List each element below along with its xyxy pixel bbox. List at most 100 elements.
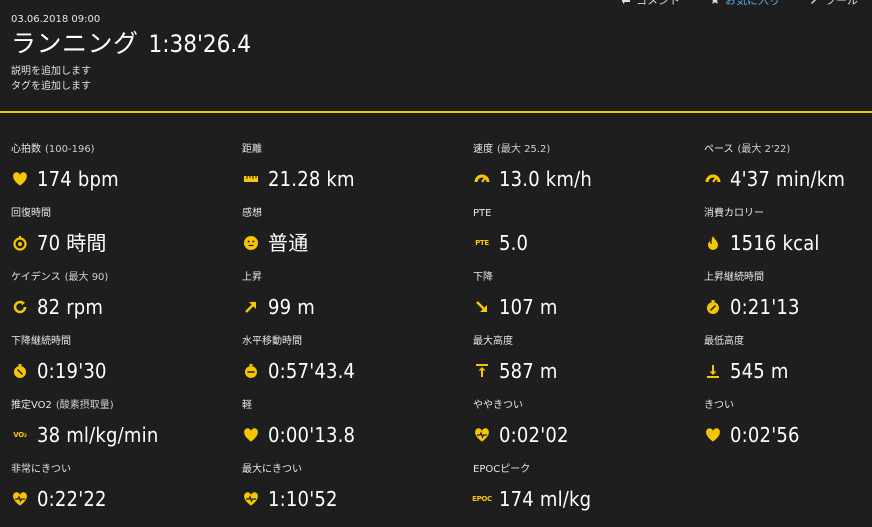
stat-label-text: 推定VO2	[11, 400, 52, 411]
stat-5: 感想普通	[242, 207, 473, 271]
stat-label: 推定VO2 (酸素摂取量)	[11, 399, 242, 413]
stat-value: 587 m	[499, 359, 558, 383]
stat-6: PTE PTE 5.0	[473, 207, 704, 271]
stat-label: 非常にきつい	[11, 463, 242, 477]
stat-label-text: 下降継続時間	[11, 336, 71, 347]
stat-label: 上昇継続時間	[704, 271, 872, 285]
stat-8: ケイデンス (最大 90) 82 rpm	[11, 271, 242, 335]
stat-17: 軽 0:00'13.8	[242, 399, 473, 463]
stat-label: 下降継続時間	[11, 335, 242, 349]
stat-7: 消費カロリー 1516 kcal	[704, 207, 872, 271]
stat-11: 上昇継続時間 0:21'13	[704, 271, 872, 335]
comment-icon	[622, 0, 630, 4]
add-tags-link[interactable]: タグを追加します	[11, 79, 251, 94]
stat-label-text: 心拍数	[11, 144, 41, 155]
add-description-link[interactable]: 説明を追加します	[11, 64, 251, 79]
stat-label: PTE	[473, 207, 704, 221]
stat-value: 5.0	[499, 231, 529, 255]
stat-label-text: 最低高度	[704, 336, 744, 347]
stat-label: EPOCピーク	[473, 463, 704, 477]
icon-text: EPOC	[472, 495, 492, 503]
epoc-icon: EPOC	[472, 490, 492, 508]
stat-label-sub: (最大 90)	[64, 272, 109, 283]
stat-label: 下降	[473, 271, 704, 285]
stat-14: 最大高度 587 m	[473, 335, 704, 399]
stat-label-text: 上昇	[242, 272, 262, 283]
heart-icon	[704, 426, 722, 444]
stat-12: 下降継続時間 0:19'30	[11, 335, 242, 399]
wrench-icon	[811, 0, 817, 4]
activity-name: ランニング	[11, 29, 139, 58]
heart-pulse-icon	[242, 490, 260, 508]
tools-button[interactable]: ツール	[810, 0, 858, 7]
stat-label-sub: (酸素摂取量)	[55, 400, 114, 411]
stat-value: 0:57'43.4	[268, 359, 356, 383]
stat-label-text: 軽	[242, 400, 252, 411]
stat-label-text: 上昇継続時間	[704, 272, 764, 283]
comment-label: コメント	[636, 0, 680, 7]
stat-label: 消費カロリー	[704, 207, 872, 221]
stat-15: 最低高度 545 m	[704, 335, 872, 399]
stat-label-text: ややきつい	[473, 400, 523, 411]
stat-label: 最低高度	[704, 335, 872, 349]
heart-icon	[242, 426, 260, 444]
stat-label-text: 距離	[242, 144, 262, 155]
stat-value: 82 rpm	[37, 295, 104, 319]
stat-label: 最大にきつい	[242, 463, 473, 477]
stat-label: 水平移動時間	[242, 335, 473, 349]
stat-20: 非常にきつい 0:22'22	[11, 463, 242, 527]
ruler-icon	[242, 170, 260, 188]
stat-label-text: 消費カロリー	[704, 208, 764, 219]
stat-label: 速度 (最大 25.2)	[473, 143, 704, 157]
toolbar: コメント お気に入り ツール	[621, 0, 858, 7]
star-icon	[712, 0, 718, 4]
stat-22: EPOCピーク EPOC 174 ml/kg	[472, 463, 704, 527]
stat-label: きつい	[704, 399, 872, 413]
comment-button[interactable]: コメント	[621, 0, 680, 7]
favorite-button[interactable]: お気に入り	[710, 0, 780, 7]
stat-label: ケイデンス (最大 90)	[11, 271, 242, 285]
stat-value: 13.0 km/h	[499, 167, 592, 191]
stat-label-text: PTE	[473, 208, 492, 219]
heart-pulse-icon	[11, 490, 29, 508]
stats-grid: 心拍数 (100-196) 174 bpm 距離 21.28 km 速度 (最大 25.2)…	[11, 143, 872, 527]
stat-value: 普通	[268, 231, 309, 255]
stat-value: 107 m	[499, 295, 558, 319]
workout-header: 03.06.2018 09:00 ランニング 1:38'26.4 説明を追加しま…	[11, 14, 251, 94]
stat-label: 軽	[242, 399, 473, 413]
stat-3: ペース (最大 2'22) 4'37 min/km	[704, 143, 872, 207]
gauge-icon	[473, 170, 491, 188]
workout-duration: 1:38'26.4	[148, 30, 251, 58]
stat-label-text: 回復時間	[11, 208, 51, 219]
stat-label: 心拍数 (100-196)	[11, 143, 242, 157]
recovery-icon	[11, 234, 29, 252]
stat-label-text: 速度	[473, 144, 493, 155]
stat-value: 1:10'52	[268, 487, 338, 511]
stat-label-sub: (100-196)	[45, 144, 95, 155]
stopwatch-down-icon	[11, 362, 29, 380]
stat-value: 0:22'22	[37, 487, 107, 511]
stat-label: 感想	[242, 207, 473, 221]
stat-value: 38 ml/kg/min	[37, 423, 159, 447]
stat-label-text: 非常にきつい	[11, 464, 71, 475]
header-divider	[0, 111, 872, 113]
stat-value: 174 bpm	[37, 167, 119, 191]
stopwatch-up-icon	[704, 298, 722, 316]
icon-text: PTE	[475, 239, 489, 247]
stat-label-text: ケイデンス	[11, 272, 61, 283]
vo2-icon: VO₂	[11, 426, 29, 444]
stat-label: 回復時間	[11, 207, 242, 221]
cadence-icon	[11, 298, 29, 316]
stat-18: ややきつい 0:02'02	[473, 399, 704, 463]
stat-16: 推定VO2 (酸素摂取量) VO₂ 38 ml/kg/min	[11, 399, 242, 463]
stat-label-text: EPOCピーク	[473, 464, 531, 475]
stat-value: 0:21'13	[730, 295, 800, 319]
stat-label-text: きつい	[704, 400, 734, 411]
stat-label-sub: (最大 25.2)	[497, 144, 551, 155]
stat-value: 99 m	[268, 295, 315, 319]
workout-date: 03.06.2018 09:00	[11, 14, 101, 25]
stat-label-text: 水平移動時間	[242, 336, 302, 347]
stat-label-sub: (最大 2'22)	[737, 144, 791, 155]
tools-label: ツール	[825, 0, 858, 7]
icon-text: VO₂	[13, 431, 27, 439]
